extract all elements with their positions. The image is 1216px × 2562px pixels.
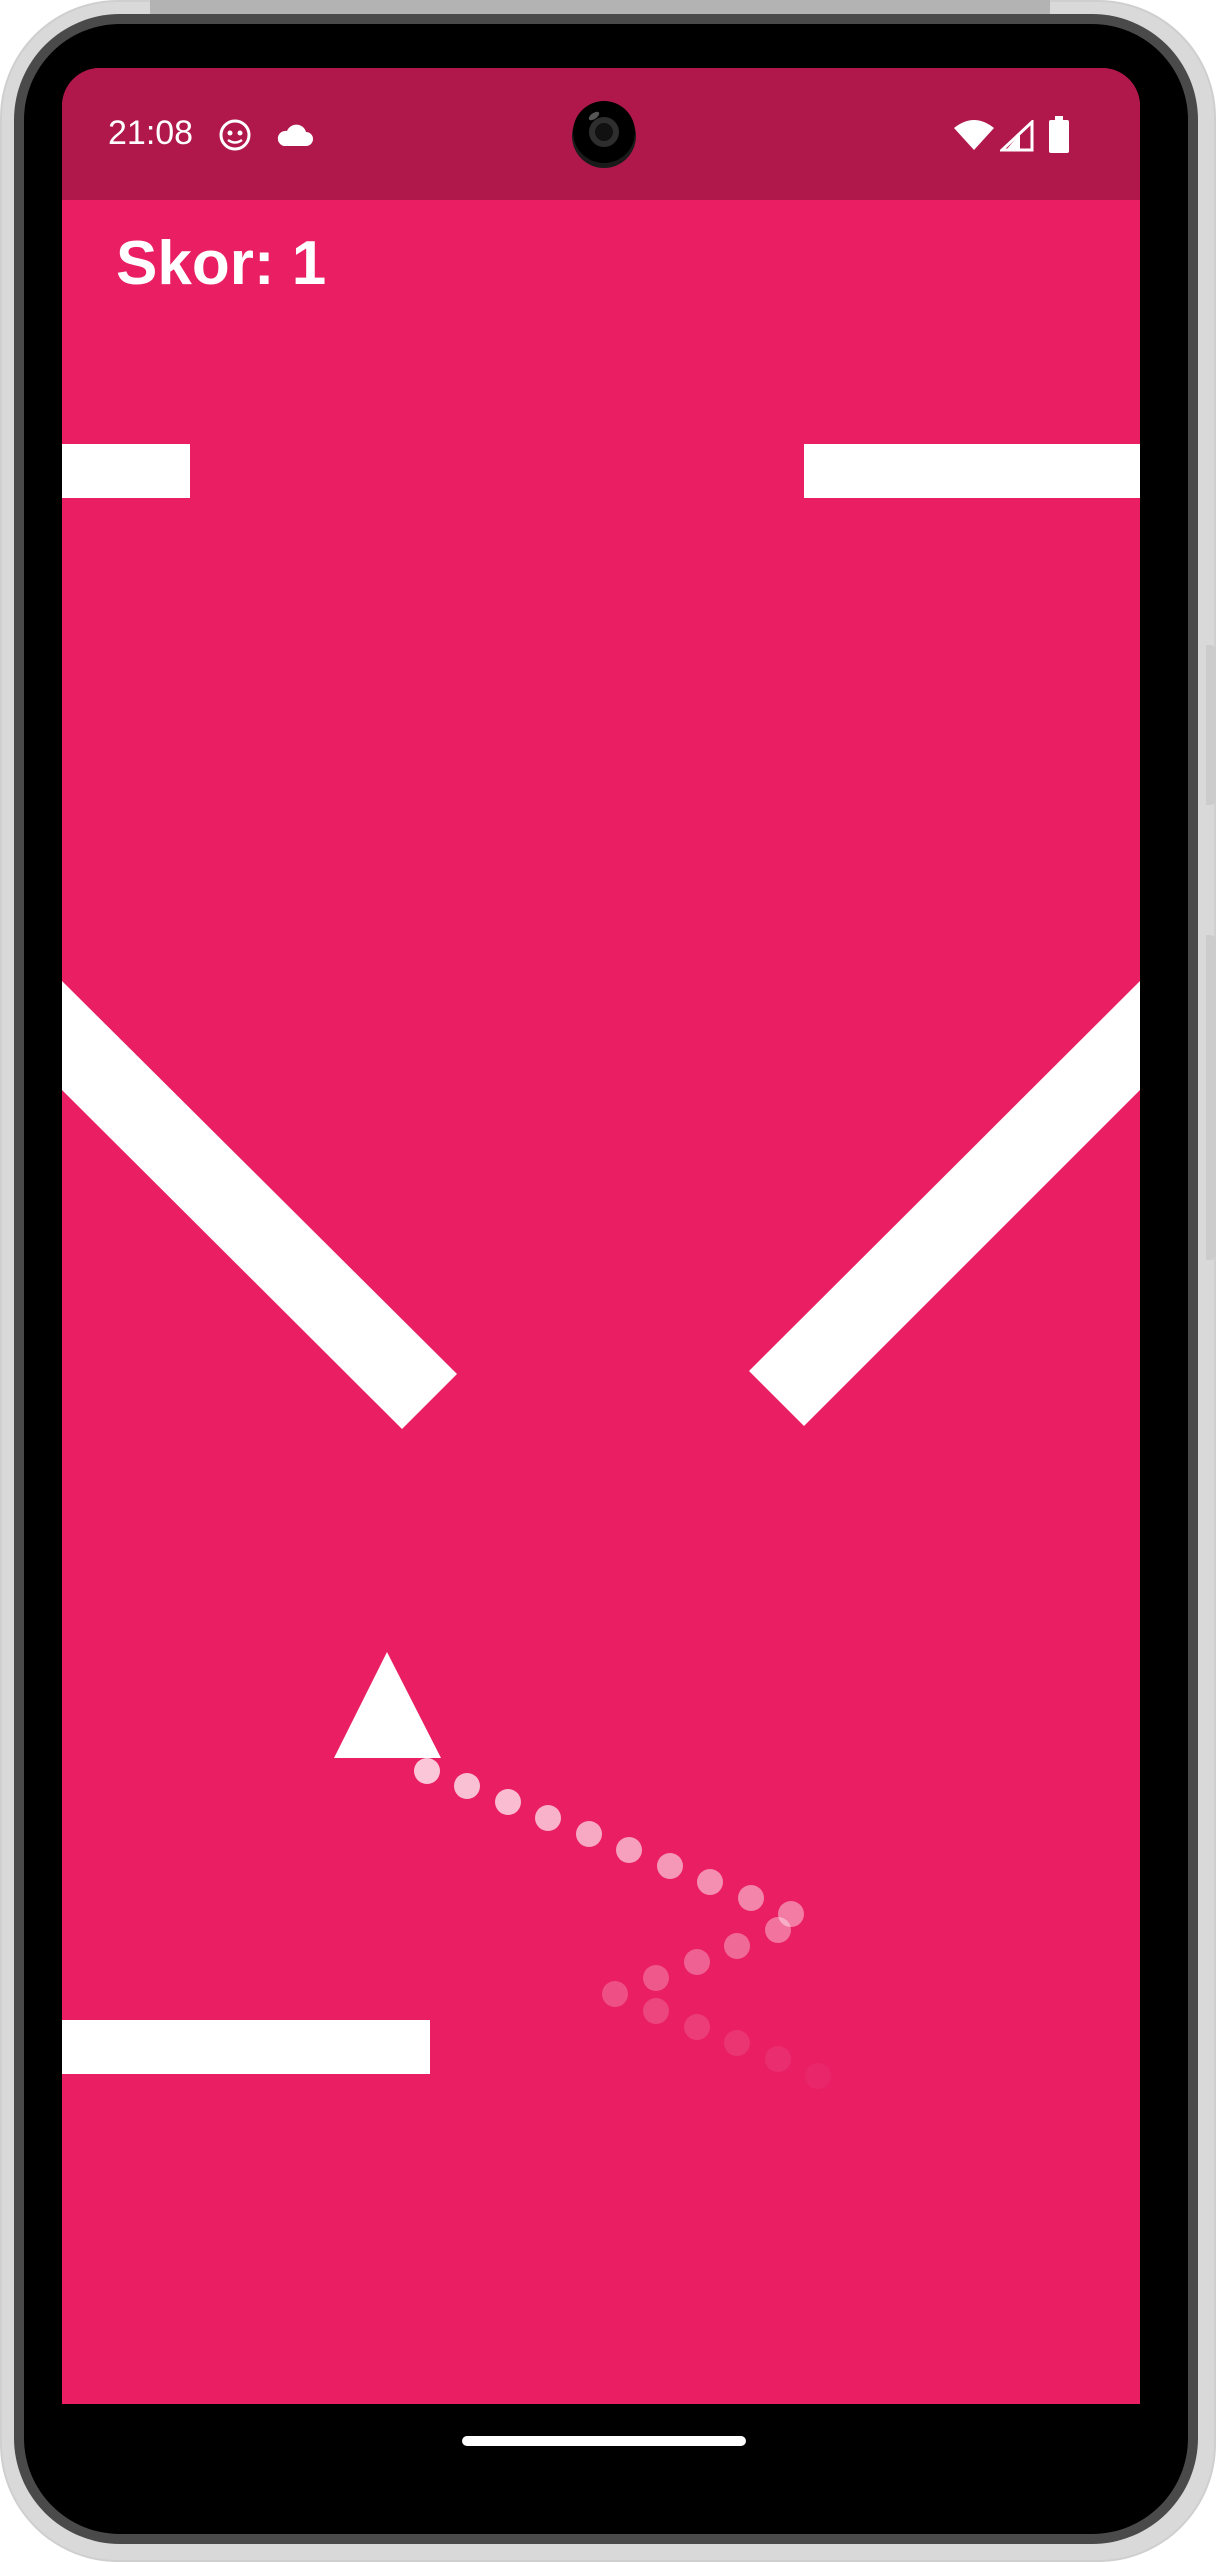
trail-dot bbox=[616, 1837, 642, 1863]
volume-button bbox=[1206, 935, 1216, 1260]
trail-dot bbox=[414, 1758, 440, 1784]
trail-dot bbox=[495, 1789, 521, 1815]
trail-dot bbox=[643, 1965, 669, 1991]
trail-dot bbox=[738, 1885, 764, 1911]
trail-dot bbox=[805, 2063, 831, 2089]
game-screen[interactable]: 21:08 Skor: 1 bbox=[62, 68, 1140, 2468]
home-indicator[interactable] bbox=[462, 2436, 746, 2446]
obstacle-diagonal-right bbox=[749, 981, 1140, 1426]
trail-dot bbox=[657, 1853, 683, 1879]
trail-dot bbox=[765, 1917, 791, 1943]
obstacle-diagonal-left bbox=[62, 981, 457, 1429]
trail-dot bbox=[602, 1981, 628, 2007]
trail-dot bbox=[697, 1869, 723, 1895]
trail-dot bbox=[576, 1821, 602, 1847]
trail-dot bbox=[724, 1933, 750, 1959]
power-button bbox=[1206, 645, 1216, 805]
trail-dot bbox=[684, 1949, 710, 1975]
obstacle-bar-bottom-left bbox=[62, 2020, 430, 2074]
trail-dot bbox=[535, 1805, 561, 1831]
trail-dot bbox=[454, 1773, 480, 1799]
trail-dot bbox=[724, 2030, 750, 2056]
trail-dot bbox=[765, 2046, 791, 2072]
trail-dot bbox=[643, 1998, 669, 2024]
player-triangle bbox=[334, 1652, 441, 1758]
trail-dot bbox=[684, 2014, 710, 2040]
